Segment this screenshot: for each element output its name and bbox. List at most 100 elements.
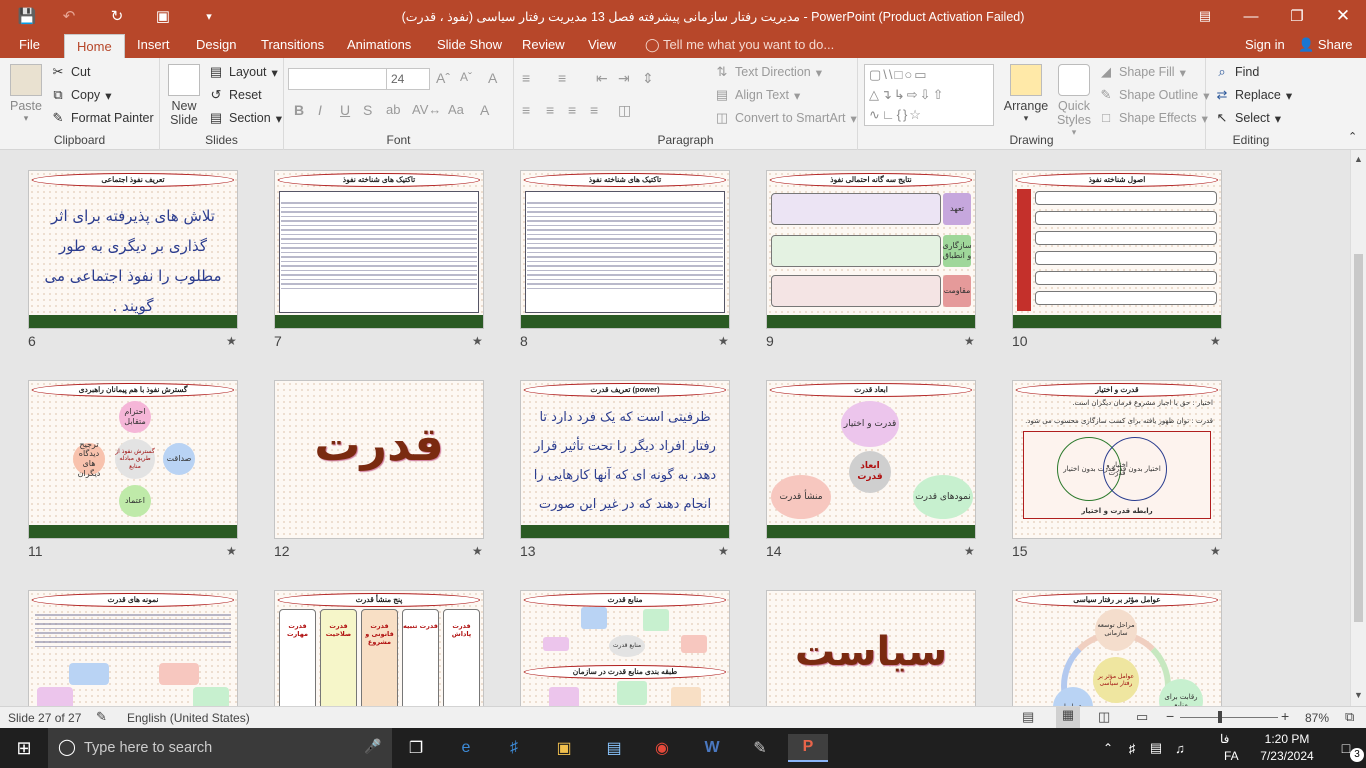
transition-star-icon[interactable]: ★ <box>718 334 729 348</box>
slide-thumbnail[interactable]: تعریف نفوذ اجتماعی تلاش های پذیرفته برای… <box>28 170 238 329</box>
powerpoint-icon[interactable]: P <box>788 734 828 762</box>
char-spacing-icon[interactable]: AV↔ <box>412 102 441 117</box>
slide-thumbnail[interactable]: تعریف قدرت (power) ظرفیتی است که یک فرد … <box>520 380 730 539</box>
transition-star-icon[interactable]: ★ <box>472 544 483 558</box>
outdent-icon[interactable]: ⇥ <box>618 70 630 87</box>
tab-review[interactable]: Review <box>522 37 565 52</box>
decrease-font-icon[interactable]: Aˇ <box>460 70 472 84</box>
slideshow-view-icon[interactable]: ▭ <box>1136 709 1148 725</box>
clock-time[interactable]: 1:20 PM <box>1252 732 1322 746</box>
presentation-start-icon[interactable]: ▣ <box>146 0 180 32</box>
replace-button[interactable]: ⇄ Replace ▾ <box>1214 87 1293 103</box>
transition-star-icon[interactable]: ★ <box>964 544 975 558</box>
slide-thumbnail[interactable]: عوامل مؤثر بر رفتار سیاسی مراحل توسعه سا… <box>1012 590 1222 706</box>
increase-font-icon[interactable]: Aˆ <box>436 70 450 86</box>
tab-view[interactable]: View <box>588 37 616 52</box>
normal-view-icon[interactable]: ▤ <box>1022 709 1034 725</box>
scroll-up-icon[interactable]: ▲ <box>1354 154 1363 164</box>
tab-home[interactable]: Home <box>64 34 125 58</box>
share-button[interactable]: 👤 Share <box>1298 37 1353 53</box>
transition-star-icon[interactable]: ★ <box>964 334 975 348</box>
tab-file[interactable]: File <box>19 37 40 52</box>
tab-animations[interactable]: Animations <box>347 37 411 52</box>
save-icon[interactable]: 💾 <box>10 0 44 32</box>
shape-outline-button[interactable]: ✎ Shape Outline ▾ <box>1098 87 1210 103</box>
clock-date[interactable]: 7/23/2024 <box>1252 749 1322 763</box>
transition-star-icon[interactable]: ★ <box>226 334 237 348</box>
line-spacing-icon[interactable]: ⇕ <box>642 70 654 87</box>
italic-button[interactable]: I <box>318 102 322 118</box>
taskbar-search-box[interactable]: ◯ Type here to search 🎤 <box>48 728 392 768</box>
numbering-icon[interactable]: ≡ <box>558 70 566 86</box>
format-painter-button[interactable]: ✎ Format Painter <box>50 110 154 126</box>
tab-design[interactable]: Design <box>196 37 236 52</box>
fit-to-window-icon[interactable]: ⧉ <box>1345 709 1354 725</box>
volume-icon[interactable]: ♫ <box>1160 734 1200 762</box>
strikethrough-button[interactable]: S <box>363 102 372 118</box>
font-name-box[interactable] <box>288 68 388 90</box>
file-explorer-icon[interactable]: ▣ <box>544 734 584 762</box>
slide-thumbnail[interactable]: اصول شناخته نفوذ <box>1012 170 1222 329</box>
copy-button[interactable]: ⧉ Copy ▾ <box>50 87 111 103</box>
spellcheck-icon[interactable]: ✎ <box>96 709 107 725</box>
windows-start-icon[interactable]: ⊞ <box>4 734 44 762</box>
slide-thumbnail[interactable]: ابعاد قدرت قدرت و اختیار ابعاد قدرت نمود… <box>766 380 976 539</box>
change-case-icon[interactable]: Aa <box>448 102 464 117</box>
bluetooth-icon[interactable]: ♯ <box>494 734 534 762</box>
paste-button[interactable]: Paste ▾ <box>6 64 46 124</box>
scroll-down-icon[interactable]: ▼ <box>1354 690 1363 700</box>
shadow-button[interactable]: ab <box>386 102 400 117</box>
arrange-button[interactable]: Arrange ▾ <box>1002 64 1050 124</box>
vertical-scrollbar[interactable]: ▲ ▼ <box>1350 150 1366 706</box>
section-button[interactable]: ▤ Section ▾ <box>208 110 282 126</box>
shapes-gallery[interactable]: ▢\\□○▭ △↴↳⇨⇩⇧ ∿∟{}☆ <box>864 64 994 126</box>
redo-icon[interactable]: ↻ <box>100 0 134 32</box>
slide-thumbnail[interactable]: تاکتیک های شناخته نفوذ <box>520 170 730 329</box>
slide-thumbnail[interactable]: پنج منشأ قدرت قدرت مهارت قدرت صلاحیت قدر… <box>274 590 484 706</box>
text-direction-button[interactable]: ⇅ Text Direction ▾ <box>714 64 822 80</box>
zoom-in-icon[interactable]: + <box>1281 708 1289 724</box>
language-code[interactable]: FA <box>1224 749 1239 763</box>
ribbon-display-icon[interactable]: ▤ <box>1182 0 1228 32</box>
layout-button[interactable]: ▤ Layout ▾ <box>208 64 278 80</box>
this-pc-icon[interactable]: ▤ <box>594 734 634 762</box>
slide-thumbnail[interactable]: نمونه های قدرت <box>28 590 238 706</box>
language-indicator[interactable]: English (United States) <box>127 711 250 725</box>
slide-thumbnail[interactable]: نتایج سه گانه احتمالی نفوذ تعهد سازگاری … <box>766 170 976 329</box>
reset-button[interactable]: ↺ Reset <box>208 87 262 103</box>
shape-fill-button[interactable]: ◢ Shape Fill ▾ <box>1098 64 1186 80</box>
shape-effects-button[interactable]: □ Shape Effects ▾ <box>1098 110 1208 126</box>
transition-star-icon[interactable]: ★ <box>1210 334 1221 348</box>
align-left-icon[interactable]: ≡ <box>522 102 530 118</box>
transition-star-icon[interactable]: ★ <box>1210 544 1221 558</box>
clear-format-icon[interactable]: A <box>488 70 497 86</box>
tab-insert[interactable]: Insert <box>137 37 170 52</box>
paint-icon[interactable]: ✎ <box>740 734 780 762</box>
slide-thumbnail[interactable]: تاکتیک های شناخته نفوذ <box>274 170 484 329</box>
tab-transitions[interactable]: Transitions <box>261 37 324 52</box>
transition-star-icon[interactable]: ★ <box>472 334 483 348</box>
minimize-button[interactable]: — <box>1228 0 1274 32</box>
quick-styles-button[interactable]: Quick Styles ▾ <box>1054 64 1094 138</box>
cut-button[interactable]: ✂ Cut <box>50 64 91 80</box>
zoom-slider-thumb[interactable] <box>1218 711 1222 723</box>
align-right-icon[interactable]: ≡ <box>568 102 576 118</box>
tell-me-search[interactable]: ◯ Tell me what you want to do... <box>645 37 834 53</box>
microphone-icon[interactable]: 🎤 <box>364 738 381 755</box>
undo-icon[interactable]: ↶ <box>52 0 86 32</box>
bullets-icon[interactable]: ≡ <box>522 70 530 86</box>
zoom-level[interactable]: 87% <box>1305 711 1329 725</box>
bold-button[interactable]: B <box>294 102 304 118</box>
reading-view-icon[interactable]: ◫ <box>1098 709 1110 725</box>
zoom-slider[interactable] <box>1180 717 1278 718</box>
edge-icon[interactable]: e <box>446 734 486 762</box>
justify-icon[interactable]: ≡ <box>590 102 598 118</box>
find-button[interactable]: ⌕ Find <box>1214 64 1259 80</box>
slide-thumbnail[interactable]: گسترش نفوذ با هم پیمانان راهبردی احترام … <box>28 380 238 539</box>
columns-icon[interactable]: ◫ <box>618 102 631 119</box>
font-color-icon[interactable]: A <box>480 102 489 118</box>
select-button[interactable]: ↖ Select ▾ <box>1214 110 1281 126</box>
convert-smartart-button[interactable]: ◫ Convert to SmartArt ▾ <box>714 110 857 126</box>
tab-slide-show[interactable]: Slide Show <box>437 37 502 52</box>
transition-star-icon[interactable]: ★ <box>226 544 237 558</box>
